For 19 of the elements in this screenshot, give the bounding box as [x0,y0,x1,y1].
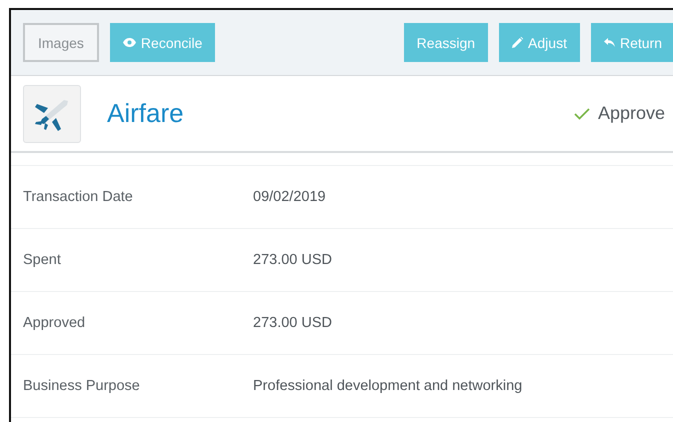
pencil-icon [512,37,524,48]
field-value: 09/02/2019 [253,189,326,205]
toolbar-button[interactable]: Adjust [499,23,580,62]
toolbar-button[interactable]: Reconcile [110,23,216,62]
field-label: Business Purpose [23,378,141,394]
field-value: Professional development and networking [253,378,522,394]
field-label: Transaction Date [23,189,134,205]
reply-icon [604,38,615,47]
field-label: Approved [23,315,86,331]
approve-button[interactable]: Approve [574,103,665,124]
toolbar-button[interactable]: Return [590,23,673,62]
checkmark-icon [574,108,590,120]
expense-title: Airfare [107,98,185,129]
outline-button[interactable]: Images [23,23,99,62]
field-label: Spent [23,252,62,268]
toolbar-button[interactable]: Reassign [404,23,488,62]
eye-icon [122,38,136,47]
field-value: 273.00 USD [253,315,332,331]
field-value: 273.00 USD [253,252,332,268]
